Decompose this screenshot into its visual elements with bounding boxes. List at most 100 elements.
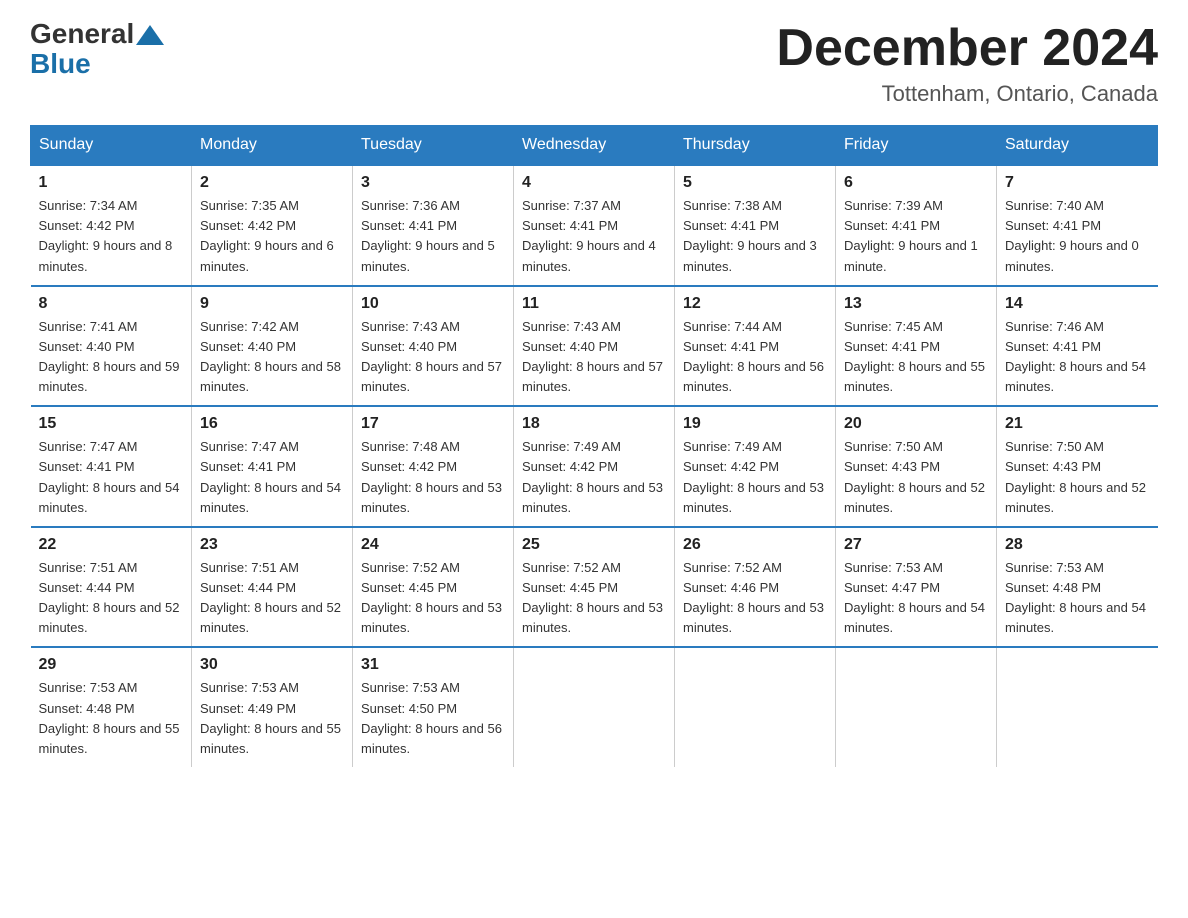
day-info: Sunrise: 7:39 AMSunset: 4:41 PMDaylight:…	[844, 196, 988, 277]
day-info: Sunrise: 7:37 AMSunset: 4:41 PMDaylight:…	[522, 196, 666, 277]
day-number: 8	[39, 295, 184, 313]
day-number: 29	[39, 656, 184, 674]
header-thursday: Thursday	[675, 126, 836, 166]
day-number: 12	[683, 295, 827, 313]
day-info: Sunrise: 7:51 AMSunset: 4:44 PMDaylight:…	[39, 558, 184, 639]
day-number: 3	[361, 174, 505, 192]
calendar-cell: 14 Sunrise: 7:46 AMSunset: 4:41 PMDaylig…	[997, 286, 1158, 407]
day-info: Sunrise: 7:49 AMSunset: 4:42 PMDaylight:…	[683, 437, 827, 518]
calendar-cell: 1 Sunrise: 7:34 AMSunset: 4:42 PMDayligh…	[31, 165, 192, 286]
calendar-cell: 23 Sunrise: 7:51 AMSunset: 4:44 PMDaylig…	[192, 527, 353, 648]
calendar-cell: 25 Sunrise: 7:52 AMSunset: 4:45 PMDaylig…	[514, 527, 675, 648]
day-number: 10	[361, 295, 505, 313]
day-info: Sunrise: 7:52 AMSunset: 4:45 PMDaylight:…	[361, 558, 505, 639]
calendar-cell	[514, 647, 675, 767]
day-number: 2	[200, 174, 344, 192]
calendar-cell: 5 Sunrise: 7:38 AMSunset: 4:41 PMDayligh…	[675, 165, 836, 286]
calendar-cell: 19 Sunrise: 7:49 AMSunset: 4:42 PMDaylig…	[675, 406, 836, 527]
calendar-cell: 21 Sunrise: 7:50 AMSunset: 4:43 PMDaylig…	[997, 406, 1158, 527]
day-info: Sunrise: 7:52 AMSunset: 4:46 PMDaylight:…	[683, 558, 827, 639]
day-number: 22	[39, 536, 184, 554]
calendar-cell: 17 Sunrise: 7:48 AMSunset: 4:42 PMDaylig…	[353, 406, 514, 527]
header-saturday: Saturday	[997, 126, 1158, 166]
week-row-5: 29 Sunrise: 7:53 AMSunset: 4:48 PMDaylig…	[31, 647, 1158, 767]
calendar-cell: 29 Sunrise: 7:53 AMSunset: 4:48 PMDaylig…	[31, 647, 192, 767]
day-number: 28	[1005, 536, 1150, 554]
calendar-cell	[836, 647, 997, 767]
day-number: 18	[522, 415, 666, 433]
calendar-cell: 31 Sunrise: 7:53 AMSunset: 4:50 PMDaylig…	[353, 647, 514, 767]
day-info: Sunrise: 7:34 AMSunset: 4:42 PMDaylight:…	[39, 196, 184, 277]
logo-blue-text: Blue	[30, 48, 91, 80]
calendar-cell: 8 Sunrise: 7:41 AMSunset: 4:40 PMDayligh…	[31, 286, 192, 407]
logo-triangle-icon	[136, 25, 164, 45]
title-section: December 2024 Tottenham, Ontario, Canada	[776, 20, 1158, 107]
location: Tottenham, Ontario, Canada	[776, 81, 1158, 107]
day-number: 31	[361, 656, 505, 674]
day-info: Sunrise: 7:48 AMSunset: 4:42 PMDaylight:…	[361, 437, 505, 518]
day-info: Sunrise: 7:49 AMSunset: 4:42 PMDaylight:…	[522, 437, 666, 518]
day-info: Sunrise: 7:53 AMSunset: 4:50 PMDaylight:…	[361, 678, 505, 759]
header-friday: Friday	[836, 126, 997, 166]
calendar-cell: 4 Sunrise: 7:37 AMSunset: 4:41 PMDayligh…	[514, 165, 675, 286]
calendar-cell: 16 Sunrise: 7:47 AMSunset: 4:41 PMDaylig…	[192, 406, 353, 527]
day-info: Sunrise: 7:53 AMSunset: 4:47 PMDaylight:…	[844, 558, 988, 639]
header-sunday: Sunday	[31, 126, 192, 166]
day-number: 9	[200, 295, 344, 313]
day-info: Sunrise: 7:42 AMSunset: 4:40 PMDaylight:…	[200, 317, 344, 398]
day-info: Sunrise: 7:53 AMSunset: 4:48 PMDaylight:…	[1005, 558, 1150, 639]
header-tuesday: Tuesday	[353, 126, 514, 166]
day-number: 15	[39, 415, 184, 433]
week-row-3: 15 Sunrise: 7:47 AMSunset: 4:41 PMDaylig…	[31, 406, 1158, 527]
day-info: Sunrise: 7:44 AMSunset: 4:41 PMDaylight:…	[683, 317, 827, 398]
day-info: Sunrise: 7:36 AMSunset: 4:41 PMDaylight:…	[361, 196, 505, 277]
calendar-cell: 18 Sunrise: 7:49 AMSunset: 4:42 PMDaylig…	[514, 406, 675, 527]
day-number: 17	[361, 415, 505, 433]
logo-general-text: General	[30, 20, 134, 48]
day-info: Sunrise: 7:35 AMSunset: 4:42 PMDaylight:…	[200, 196, 344, 277]
day-number: 14	[1005, 295, 1150, 313]
day-number: 26	[683, 536, 827, 554]
day-info: Sunrise: 7:53 AMSunset: 4:49 PMDaylight:…	[200, 678, 344, 759]
day-info: Sunrise: 7:43 AMSunset: 4:40 PMDaylight:…	[361, 317, 505, 398]
day-info: Sunrise: 7:47 AMSunset: 4:41 PMDaylight:…	[39, 437, 184, 518]
day-number: 5	[683, 174, 827, 192]
calendar-cell: 6 Sunrise: 7:39 AMSunset: 4:41 PMDayligh…	[836, 165, 997, 286]
day-info: Sunrise: 7:50 AMSunset: 4:43 PMDaylight:…	[844, 437, 988, 518]
day-info: Sunrise: 7:46 AMSunset: 4:41 PMDaylight:…	[1005, 317, 1150, 398]
calendar-cell: 15 Sunrise: 7:47 AMSunset: 4:41 PMDaylig…	[31, 406, 192, 527]
day-number: 1	[39, 174, 184, 192]
week-row-4: 22 Sunrise: 7:51 AMSunset: 4:44 PMDaylig…	[31, 527, 1158, 648]
page-header: General Blue December 2024 Tottenham, On…	[30, 20, 1158, 107]
week-row-2: 8 Sunrise: 7:41 AMSunset: 4:40 PMDayligh…	[31, 286, 1158, 407]
calendar-cell: 3 Sunrise: 7:36 AMSunset: 4:41 PMDayligh…	[353, 165, 514, 286]
calendar-cell: 7 Sunrise: 7:40 AMSunset: 4:41 PMDayligh…	[997, 165, 1158, 286]
calendar-cell: 26 Sunrise: 7:52 AMSunset: 4:46 PMDaylig…	[675, 527, 836, 648]
calendar-cell: 30 Sunrise: 7:53 AMSunset: 4:49 PMDaylig…	[192, 647, 353, 767]
calendar-cell: 27 Sunrise: 7:53 AMSunset: 4:47 PMDaylig…	[836, 527, 997, 648]
calendar-cell	[675, 647, 836, 767]
calendar-cell: 24 Sunrise: 7:52 AMSunset: 4:45 PMDaylig…	[353, 527, 514, 648]
calendar-cell	[997, 647, 1158, 767]
day-info: Sunrise: 7:41 AMSunset: 4:40 PMDaylight:…	[39, 317, 184, 398]
logo: General Blue	[30, 20, 166, 80]
day-number: 20	[844, 415, 988, 433]
day-info: Sunrise: 7:45 AMSunset: 4:41 PMDaylight:…	[844, 317, 988, 398]
day-number: 11	[522, 295, 666, 313]
header-monday: Monday	[192, 126, 353, 166]
calendar-header-row: SundayMondayTuesdayWednesdayThursdayFrid…	[31, 126, 1158, 166]
day-info: Sunrise: 7:47 AMSunset: 4:41 PMDaylight:…	[200, 437, 344, 518]
week-row-1: 1 Sunrise: 7:34 AMSunset: 4:42 PMDayligh…	[31, 165, 1158, 286]
calendar-cell: 9 Sunrise: 7:42 AMSunset: 4:40 PMDayligh…	[192, 286, 353, 407]
calendar-cell: 11 Sunrise: 7:43 AMSunset: 4:40 PMDaylig…	[514, 286, 675, 407]
day-info: Sunrise: 7:53 AMSunset: 4:48 PMDaylight:…	[39, 678, 184, 759]
day-number: 21	[1005, 415, 1150, 433]
day-info: Sunrise: 7:52 AMSunset: 4:45 PMDaylight:…	[522, 558, 666, 639]
day-info: Sunrise: 7:50 AMSunset: 4:43 PMDaylight:…	[1005, 437, 1150, 518]
day-info: Sunrise: 7:43 AMSunset: 4:40 PMDaylight:…	[522, 317, 666, 398]
calendar-cell: 12 Sunrise: 7:44 AMSunset: 4:41 PMDaylig…	[675, 286, 836, 407]
day-number: 24	[361, 536, 505, 554]
day-number: 16	[200, 415, 344, 433]
calendar-cell: 20 Sunrise: 7:50 AMSunset: 4:43 PMDaylig…	[836, 406, 997, 527]
header-wednesday: Wednesday	[514, 126, 675, 166]
